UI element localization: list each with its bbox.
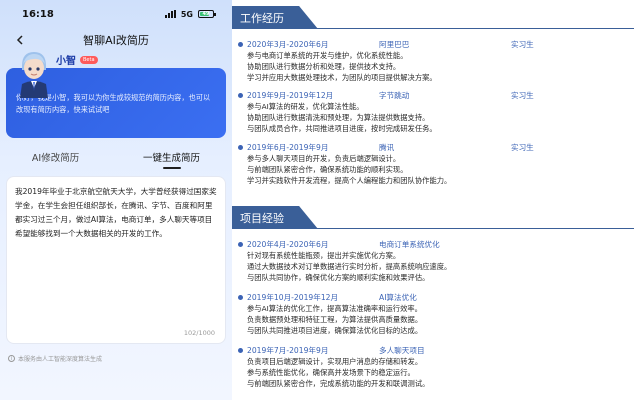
entry-line: 参与多人聊天项目的开发，负责后端逻辑设计。	[247, 154, 401, 163]
projects-section-header: 项目经验	[232, 206, 318, 229]
entry-line: 协助团队进行数据分析和处理，提供技术支持。	[247, 62, 401, 72]
entry-project: 电商订单系统优化	[379, 239, 440, 249]
entry-line: 参与系统性能优化，确保高并发场景下的稳定运行。	[247, 368, 415, 378]
project-entry: 2020年4月-2020年6月 电商订单系统优化 针对现有系统性能瓶颈，提出并实…	[238, 238, 633, 284]
tab-generate-resume[interactable]: 一键生成简历	[143, 150, 200, 169]
page-title: 智聊AI改简历	[83, 34, 149, 47]
entry-org: 阿里巴巴	[379, 39, 410, 49]
entry-org: 字节跳动	[379, 90, 410, 100]
beta-badge: Beta	[80, 55, 98, 64]
entry-header: 2019年7月-2019年9月 多人聊天项目	[238, 344, 633, 356]
entry-header: 2020年3月-2020年6月 阿里巴巴 实习生	[238, 38, 633, 50]
entry-line: 协助团队进行数据清洗和预处理，为算法提供数据支持。	[247, 113, 430, 123]
entry-org: 腾讯	[379, 142, 395, 152]
entry-date: 2019年6月-2019年9月	[247, 142, 329, 152]
entry-line: 学习并应用大数据处理技术，为团队的项目提供解决方案。	[247, 73, 437, 83]
char-count: 102/1000	[183, 329, 215, 337]
entry-line: 参与AI算法的优化工作，提高算法准确率和运行效率。	[247, 304, 422, 313]
entry-line: 与团队共同推进项目进度，确保算法优化目标的达成。	[247, 326, 423, 336]
entry-role: 实习生	[511, 142, 534, 152]
bullet-icon	[238, 294, 243, 300]
generated-resume: 工作经历 2020年3月-2020年6月 阿里巴巴 实习生 参与电商订单系统的开…	[232, 0, 638, 400]
entry-date: 2020年3月-2020年6月	[247, 39, 329, 49]
entry-line: 通过大数据技术对订单数据进行实时分析，提高系统响应速度。	[247, 262, 452, 272]
network-label: 5G	[180, 9, 193, 19]
work-entry: 2020年3月-2020年6月 阿里巴巴 实习生 参与电商订单系统的开发与维护，…	[238, 38, 633, 84]
entry-role: 实习生	[511, 39, 534, 49]
work-entry: 2019年6月-2019年9月 腾讯 实习生 参与多人聊天项目的开发，负责后端逻…	[238, 141, 633, 187]
entry-role: 实习生	[511, 90, 534, 100]
section-title: 工作经历	[232, 6, 318, 29]
section-title: 项目经验	[232, 206, 318, 229]
resume-input-area[interactable]: 我2019年毕业于北京航空航天大学，大学曾经获得过国家奖学金，在学生会担任组织部…	[6, 176, 226, 344]
bullet-icon	[238, 241, 243, 247]
mode-tabs: AI修改简历 一键生成简历	[0, 150, 232, 169]
disclaimer-text: 本服务由人工智能深度算法生成	[18, 356, 103, 363]
battery-level: 49	[202, 11, 210, 17]
divider	[232, 228, 634, 229]
entry-project: AI算法优化	[379, 292, 417, 302]
info-icon: i	[8, 355, 15, 362]
status-time: 16:18	[22, 8, 54, 20]
project-entry: 2019年10月-2019年12月 AI算法优化 参与AI算法的优化工作，提高算…	[238, 291, 633, 337]
entry-header: 2020年4月-2020年6月 电商订单系统优化	[238, 238, 633, 250]
entry-line: 负责项目后端逻辑设计，实现用户消息的存储和转发。	[247, 357, 423, 366]
entry-line: 负责数据预处理和特征工程，为算法提供高质量数据。	[247, 315, 423, 325]
entry-header: 2019年6月-2019年9月 腾讯 实习生	[238, 141, 633, 153]
entry-line: 参与AI算法的研发，优化算法性能。	[247, 102, 364, 111]
entry-date: 2019年9月-2019年12月	[247, 90, 334, 100]
resume-input-text[interactable]: 我2019年毕业于北京航空航天大学，大学曾经获得过国家奖学金，在学生会担任组织部…	[15, 185, 217, 241]
battery-icon: 49	[198, 10, 216, 18]
entry-line: 与团队成员合作，共同推进项目进度，按时完成研发任务。	[247, 124, 437, 134]
entry-header: 2019年9月-2019年12月 字节跳动 实习生	[238, 89, 633, 101]
entry-line: 针对现有系统性能瓶颈，提出并实施优化方案。	[247, 251, 401, 260]
phone-app: 16:18 5G 49 智聊AI改简历 你好，我是小智，我可以为你生成较规范的简…	[0, 0, 232, 400]
entry-line: 与团队共同协作，确保优化方案的顺利实施和效果评估。	[247, 273, 430, 283]
disclaimer: i 本服务由人工智能深度算法生成	[8, 354, 102, 363]
chevron-left-icon[interactable]	[12, 32, 28, 48]
assistant-avatar	[14, 48, 54, 98]
status-icons: 5G 49	[164, 9, 216, 19]
entry-line: 参与电商订单系统的开发与维护，优化系统性能。	[247, 51, 408, 60]
bullet-icon	[238, 144, 243, 150]
divider	[232, 28, 634, 29]
entry-date: 2019年7月-2019年9月	[247, 345, 329, 355]
signal-icon	[164, 10, 176, 18]
bullet-icon	[238, 92, 243, 98]
entry-date: 2020年4月-2020年6月	[247, 239, 329, 249]
assistant-name: 小智	[56, 56, 76, 67]
tab-ai-edit-resume[interactable]: AI修改简历	[32, 150, 79, 167]
entry-project: 多人聊天项目	[379, 345, 425, 355]
entry-line: 与前端团队紧密合作，完成系统功能的开发和联调测试。	[247, 379, 430, 389]
status-bar: 16:18 5G 49	[0, 0, 232, 28]
entry-line: 学习并实践软件开发流程，提高个人编程能力和团队协作能力。	[247, 176, 452, 186]
entry-line: 与前端团队紧密合作，确保系统功能的顺利实现。	[247, 165, 408, 175]
work-entry: 2019年9月-2019年12月 字节跳动 实习生 参与AI算法的研发，优化算法…	[238, 89, 633, 135]
screenshot-root: 16:18 5G 49 智聊AI改简历 你好，我是小智，我可以为你生成较规范的简…	[0, 0, 638, 400]
work-section-header: 工作经历	[232, 6, 318, 29]
entry-date: 2019年10月-2019年12月	[247, 292, 339, 302]
bullet-icon	[238, 347, 243, 353]
bullet-icon	[238, 41, 243, 47]
project-entry: 2019年7月-2019年9月 多人聊天项目 负责项目后端逻辑设计，实现用户消息…	[238, 344, 633, 390]
entry-header: 2019年10月-2019年12月 AI算法优化	[238, 291, 633, 303]
assistant-name-row: 小智 Beta	[56, 52, 98, 67]
